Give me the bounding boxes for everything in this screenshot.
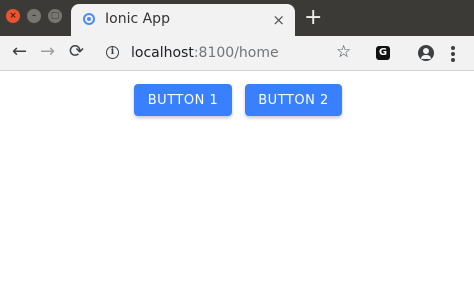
address-bar[interactable]: localhost:8100/home [131, 45, 279, 61]
window-minimize-button[interactable]: – [27, 9, 41, 23]
button-1[interactable]: BUTTON 1 [134, 84, 232, 116]
extension-icon[interactable]: G [376, 46, 390, 60]
browser-toolbar: ← → ⟳ i localhost:8100/home ☆ G [0, 36, 474, 71]
star-icon[interactable]: ☆ [336, 40, 351, 64]
browser-titlebar: × – □ Ionic App × + [0, 0, 474, 36]
forward-arrow-icon[interactable]: → [40, 40, 55, 64]
window-maximize-button[interactable]: □ [48, 9, 62, 23]
new-tab-button[interactable]: + [304, 6, 322, 30]
url-path: :8100/home [193, 45, 279, 61]
reload-icon[interactable]: ⟳ [69, 40, 84, 64]
tab-close-icon[interactable]: × [272, 11, 285, 29]
browser-tab[interactable]: Ionic App × [71, 4, 295, 36]
profile-icon[interactable] [418, 45, 434, 61]
tab-title: Ionic App [105, 11, 170, 27]
back-arrow-icon[interactable]: ← [12, 40, 27, 64]
ionic-favicon-icon [83, 13, 95, 25]
more-vertical-icon[interactable] [451, 46, 455, 64]
button-2[interactable]: BUTTON 2 [245, 84, 342, 116]
info-icon[interactable]: i [106, 46, 119, 59]
url-host: localhost [131, 45, 194, 61]
page-content: BUTTON 1 BUTTON 2 [0, 71, 474, 305]
window-close-button[interactable]: × [6, 9, 20, 23]
